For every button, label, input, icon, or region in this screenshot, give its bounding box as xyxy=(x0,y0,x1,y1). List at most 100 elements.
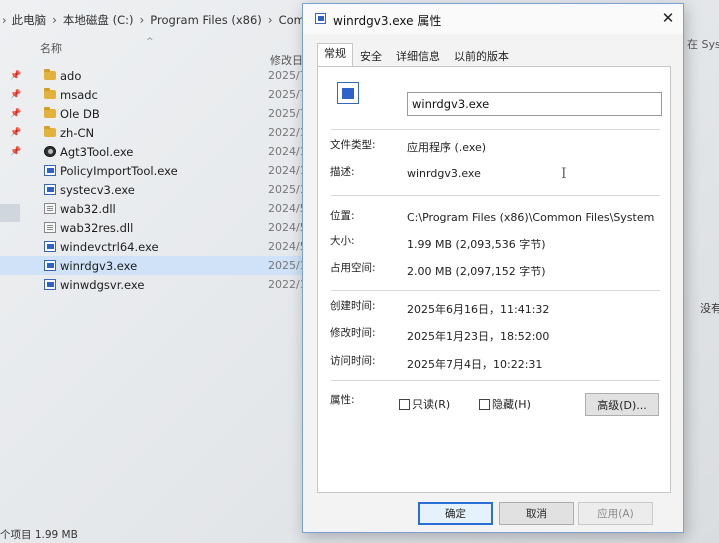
pin-icon: 📌 xyxy=(10,89,22,100)
text-cursor-icon: I xyxy=(561,166,567,182)
file-row-windevctrl64[interactable]: windevctrl64.exe 2024/5/ xyxy=(0,237,310,256)
dll-icon xyxy=(44,203,56,214)
advanced-button[interactable]: 高级(D)... xyxy=(585,393,659,416)
folder-icon xyxy=(44,88,56,99)
app-icon xyxy=(44,146,56,157)
location-label: 位置: xyxy=(330,210,355,222)
exe-icon xyxy=(44,241,56,252)
file-row-systecv3[interactable]: systecv3.exe 2025/1/ xyxy=(0,180,310,199)
breadcrumb-item-local-disk[interactable]: 本地磁盘 (C:) › xyxy=(63,12,150,28)
pin-icon: 📌 xyxy=(10,70,22,81)
attributes-label: 属性: xyxy=(330,394,355,406)
folder-icon xyxy=(44,69,56,80)
file-name: PolicyImportTool.exe xyxy=(60,163,178,178)
breadcrumb-item-program-files[interactable]: Program Files (x86) › xyxy=(150,13,278,27)
exe-icon xyxy=(44,279,56,290)
accessed-label: 访问时间: xyxy=(330,355,376,367)
chevron-right-icon: › xyxy=(139,13,145,27)
file-name: wab32.dll xyxy=(60,201,116,216)
file-row-ado[interactable]: 📌 ado 2025/7/ xyxy=(0,66,310,85)
close-icon: ✕ xyxy=(661,9,675,27)
hidden-label: 隐藏(H) xyxy=(492,398,531,411)
file-type-value: 应用程序 (.exe) xyxy=(407,141,487,154)
checkbox-box xyxy=(479,398,490,410)
status-bar: 个项目 1.99 MB xyxy=(0,529,78,541)
close-button[interactable]: ✕ xyxy=(655,5,681,31)
apply-button[interactable]: 应用(A) xyxy=(578,502,653,525)
tab-details[interactable]: 详细信息 xyxy=(389,46,447,66)
file-row-ole-db[interactable]: 📌 Ole DB 2025/7/ xyxy=(0,104,310,123)
file-name: winrdgv3.exe xyxy=(60,258,138,273)
created-label: 创建时间: xyxy=(330,300,376,312)
ok-button[interactable]: 确定 xyxy=(418,502,493,525)
file-row-winwdgsvr[interactable]: winwdgsvr.exe 2022/10 xyxy=(0,275,314,294)
exe-icon xyxy=(44,165,56,176)
file-row-wab32[interactable]: wab32.dll 2024/5/ xyxy=(0,199,310,218)
general-panel: 文件类型: 应用程序 (.exe) 描述: winrdgv3.exe I 位置:… xyxy=(317,66,671,493)
file-name: windevctrl64.exe xyxy=(60,239,159,254)
location-value: C:\Program Files (x86)\Common Files\Syst… xyxy=(407,211,655,224)
divider xyxy=(331,195,660,196)
description-value: winrdgv3.exe xyxy=(407,167,481,180)
modified-value: 2025年1月23日，18:52:00 xyxy=(407,330,550,343)
file-name: zh-CN xyxy=(60,125,95,140)
pin-icon: 📌 xyxy=(10,108,22,119)
chevron-right-icon: › xyxy=(52,13,57,27)
sort-up-icon: ^ xyxy=(146,37,154,47)
exe-icon xyxy=(44,184,56,195)
file-name: msadc xyxy=(60,87,98,102)
exe-icon xyxy=(315,13,326,24)
chevron-right-icon: › xyxy=(2,13,7,27)
properties-dialog: winrdgv3.exe 属性 ✕ 常规 安全 详细信息 以前的版本 文件类型:… xyxy=(302,3,684,533)
dialog-title: winrdgv3.exe 属性 xyxy=(333,14,442,28)
file-name: Ole DB xyxy=(60,106,100,121)
tab-previous-versions[interactable]: 以前的版本 xyxy=(447,46,516,66)
description-label: 描述: xyxy=(330,166,355,178)
dll-icon xyxy=(44,222,56,233)
file-row-winrdgv3[interactable]: winrdgv3.exe 2025/1/ xyxy=(0,256,310,275)
file-name: winwdgsvr.exe xyxy=(60,277,145,292)
tab-bar: 常规 安全 详细信息 以前的版本 xyxy=(317,43,516,66)
file-row-wab32res[interactable]: wab32res.dll 2024/5/ xyxy=(0,218,310,237)
size-value: 1.99 MB (2,093,536 字节) xyxy=(407,238,546,251)
cancel-button[interactable]: 取消 xyxy=(499,502,574,525)
file-row-zh-cn[interactable]: 📌 zh-CN 2022/1/ xyxy=(0,123,310,142)
file-list: 📌 ado 2025/7/ 📌 msadc 2025/7/ 📌 Ole DB 2… xyxy=(0,66,314,294)
file-row-policyimporttool[interactable]: PolicyImportTool.exe 2024/12 xyxy=(0,161,314,180)
tab-general[interactable]: 常规 xyxy=(317,43,353,66)
dialog-titlebar[interactable]: winrdgv3.exe 属性 ✕ xyxy=(303,4,683,34)
file-name: systecv3.exe xyxy=(60,182,135,197)
file-name: ado xyxy=(60,68,82,83)
file-name: wab32res.dll xyxy=(60,220,134,235)
details-pane-text: 没有 xyxy=(700,302,719,315)
accessed-value: 2025年7月4日，10:22:31 xyxy=(407,358,543,371)
file-name: Agt3Tool.exe xyxy=(60,144,134,159)
tab-security[interactable]: 安全 xyxy=(353,46,389,66)
breadcrumb: › 此电脑› 本地磁盘 (C:)› Program Files (x86)› C… xyxy=(0,10,330,30)
filename-field[interactable] xyxy=(407,92,662,116)
folder-icon xyxy=(44,107,56,118)
search-box-placeholder[interactable]: 在 Sys xyxy=(687,36,719,52)
breadcrumb-item-this-pc[interactable]: 此电脑 › xyxy=(12,12,63,28)
file-row-agt3tool[interactable]: 📌 Agt3Tool.exe 2024/12 xyxy=(0,142,314,161)
hidden-checkbox[interactable]: 隐藏(H) xyxy=(479,396,531,412)
divider xyxy=(331,290,660,291)
disk-size-label: 占用空间: xyxy=(330,262,376,274)
readonly-checkbox[interactable]: 只读(R) xyxy=(399,396,450,412)
pin-icon: 📌 xyxy=(10,146,22,157)
exe-icon xyxy=(337,82,359,104)
readonly-label: 只读(R) xyxy=(412,398,451,411)
created-value: 2025年6月16日，11:41:32 xyxy=(407,303,550,316)
chevron-right-icon: › xyxy=(267,13,273,27)
folder-icon xyxy=(44,126,56,137)
column-header-name[interactable]: 名称 xyxy=(40,40,62,56)
file-row-msadc[interactable]: 📌 msadc 2025/7/ xyxy=(0,85,310,104)
checkbox-box xyxy=(399,398,410,410)
divider xyxy=(331,129,660,130)
exe-icon xyxy=(44,260,56,271)
size-label: 大小: xyxy=(330,235,355,247)
divider xyxy=(331,380,660,381)
file-type-label: 文件类型: xyxy=(330,139,376,151)
disk-size-value: 2.00 MB (2,097,152 字节) xyxy=(407,265,546,278)
pin-icon: 📌 xyxy=(10,127,22,138)
